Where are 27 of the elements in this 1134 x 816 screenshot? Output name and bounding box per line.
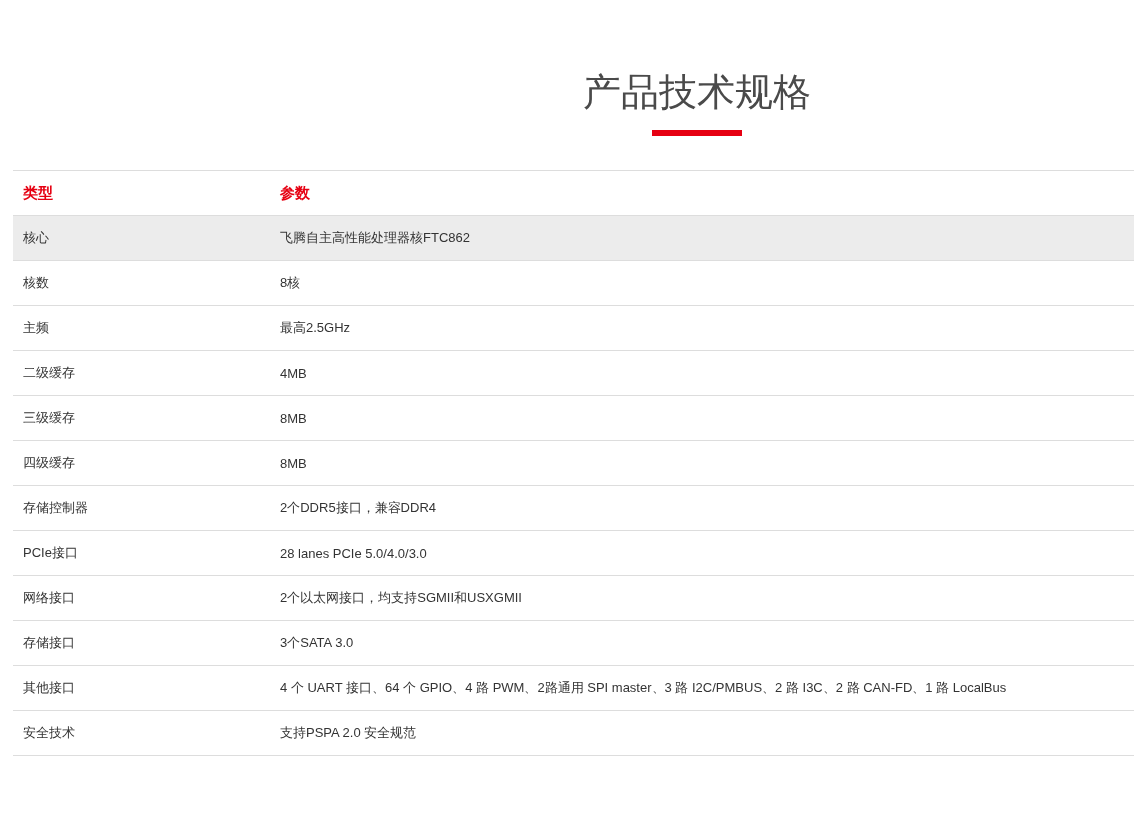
column-header: 类型 xyxy=(22,183,54,203)
table-cell-text: 飞腾自主高性能处理器核FTC862 xyxy=(279,229,471,247)
table-cell-text: PCIe接口 xyxy=(22,544,79,562)
table-cell-text: 存储接口 xyxy=(22,634,76,652)
table-cell-text: 核数 xyxy=(22,274,50,292)
table-cell-text: 4MB xyxy=(279,365,308,381)
table-cell-text: 最高2.5GHz xyxy=(279,319,352,337)
table-cell-text: 2个以太网接口，均支持SGMII和USXGMII xyxy=(279,589,523,607)
table-cell-text: 存储控制器 xyxy=(22,499,89,517)
table-cell-text: 网络接口 xyxy=(22,589,76,607)
table-cell-text: 三级缓存 xyxy=(22,409,76,427)
table-cell-text: 2个DDR5接口，兼容DDR4 xyxy=(279,499,438,517)
table-cell-text: 8核 xyxy=(279,274,302,292)
table-cell-text: 8MB xyxy=(279,455,308,471)
table-cell-text: 4 个 UART 接口、64 个 GPIO、4 路 PWM、2路通用 SPI master、3 路 I2C/PMBUS、2 路 I3C、2 路 CAN-FD、1 路 LocalBus xyxy=(279,679,1008,697)
table-cell-text: 支持PSPA 2.0 安全规范 xyxy=(279,724,418,742)
table-cell-text: 8MB xyxy=(279,410,308,426)
table-cell-text: 四级缓存 xyxy=(22,454,76,472)
table-cell-text: 3个SATA 3.0 xyxy=(279,634,355,652)
column-header: 参数 xyxy=(279,183,311,203)
table-cell-text: 核心 xyxy=(22,229,50,247)
table-cell-text: 其他接口 xyxy=(22,679,76,697)
table-cell-text: 二级缓存 xyxy=(22,364,76,382)
page-title: 产品技术规格 xyxy=(583,70,811,115)
table-cell-text: 主频 xyxy=(22,319,50,337)
table-cell-text: 28 lanes PCIe 5.0/4.0/3.0 xyxy=(279,545,428,561)
table-cell-text: 安全技术 xyxy=(22,724,76,742)
